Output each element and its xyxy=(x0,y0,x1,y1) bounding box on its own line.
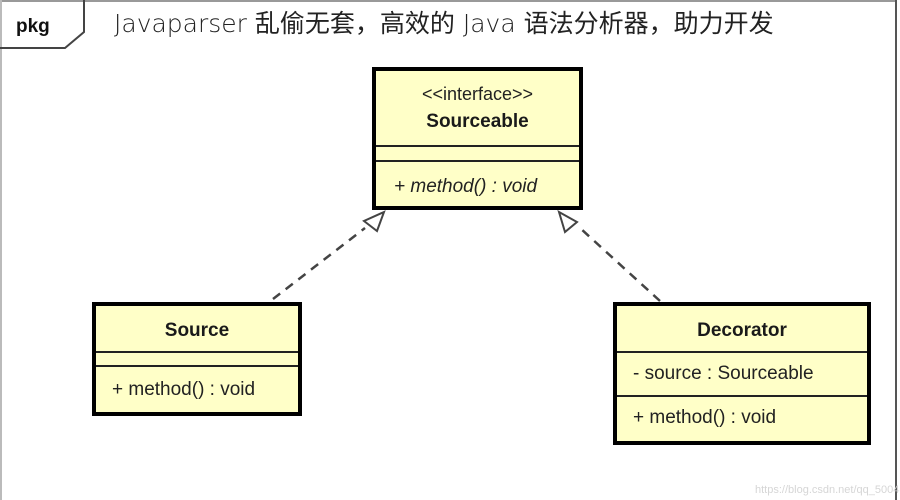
edge-decorator-to-sourceable xyxy=(579,227,661,302)
method-item: + method() : void xyxy=(394,176,538,197)
method-item: + method() : void xyxy=(633,407,777,428)
class-sourceable[interactable]: <<interface>> Sourceable + method() : vo… xyxy=(372,67,583,210)
package-label: pkg xyxy=(16,16,50,37)
class-name: Source xyxy=(164,320,230,341)
diagram-title: Javaparser 乱偷无套，高效的 Java 语法分析器，助力开发 xyxy=(114,9,774,38)
attributes-compartment: - source : Sourceable xyxy=(617,351,867,395)
attributes-compartment xyxy=(376,145,579,160)
methods-compartment: + method() : void xyxy=(96,365,298,401)
class-name: Sourceable xyxy=(426,111,529,132)
class-source[interactable]: Source + method() : void xyxy=(92,302,302,416)
class-stereotype: <<interface>> xyxy=(421,84,534,104)
class-decorator[interactable]: Decorator - source : Sourceable + method… xyxy=(613,302,871,445)
edge-source-to-sourceable xyxy=(272,227,366,300)
realization-arrowhead-right xyxy=(557,209,579,234)
attribute-item: - source : Sourceable xyxy=(633,363,814,384)
realization-arrowhead-left xyxy=(362,210,386,233)
attributes-compartment xyxy=(96,351,298,365)
class-name: Decorator xyxy=(697,320,787,341)
methods-compartment: + method() : void xyxy=(376,160,579,198)
watermark: https://blog.csdn.net/qq_50048558 xyxy=(755,484,900,496)
method-item: + method() : void xyxy=(112,379,256,400)
methods-compartment: + method() : void xyxy=(617,395,867,429)
